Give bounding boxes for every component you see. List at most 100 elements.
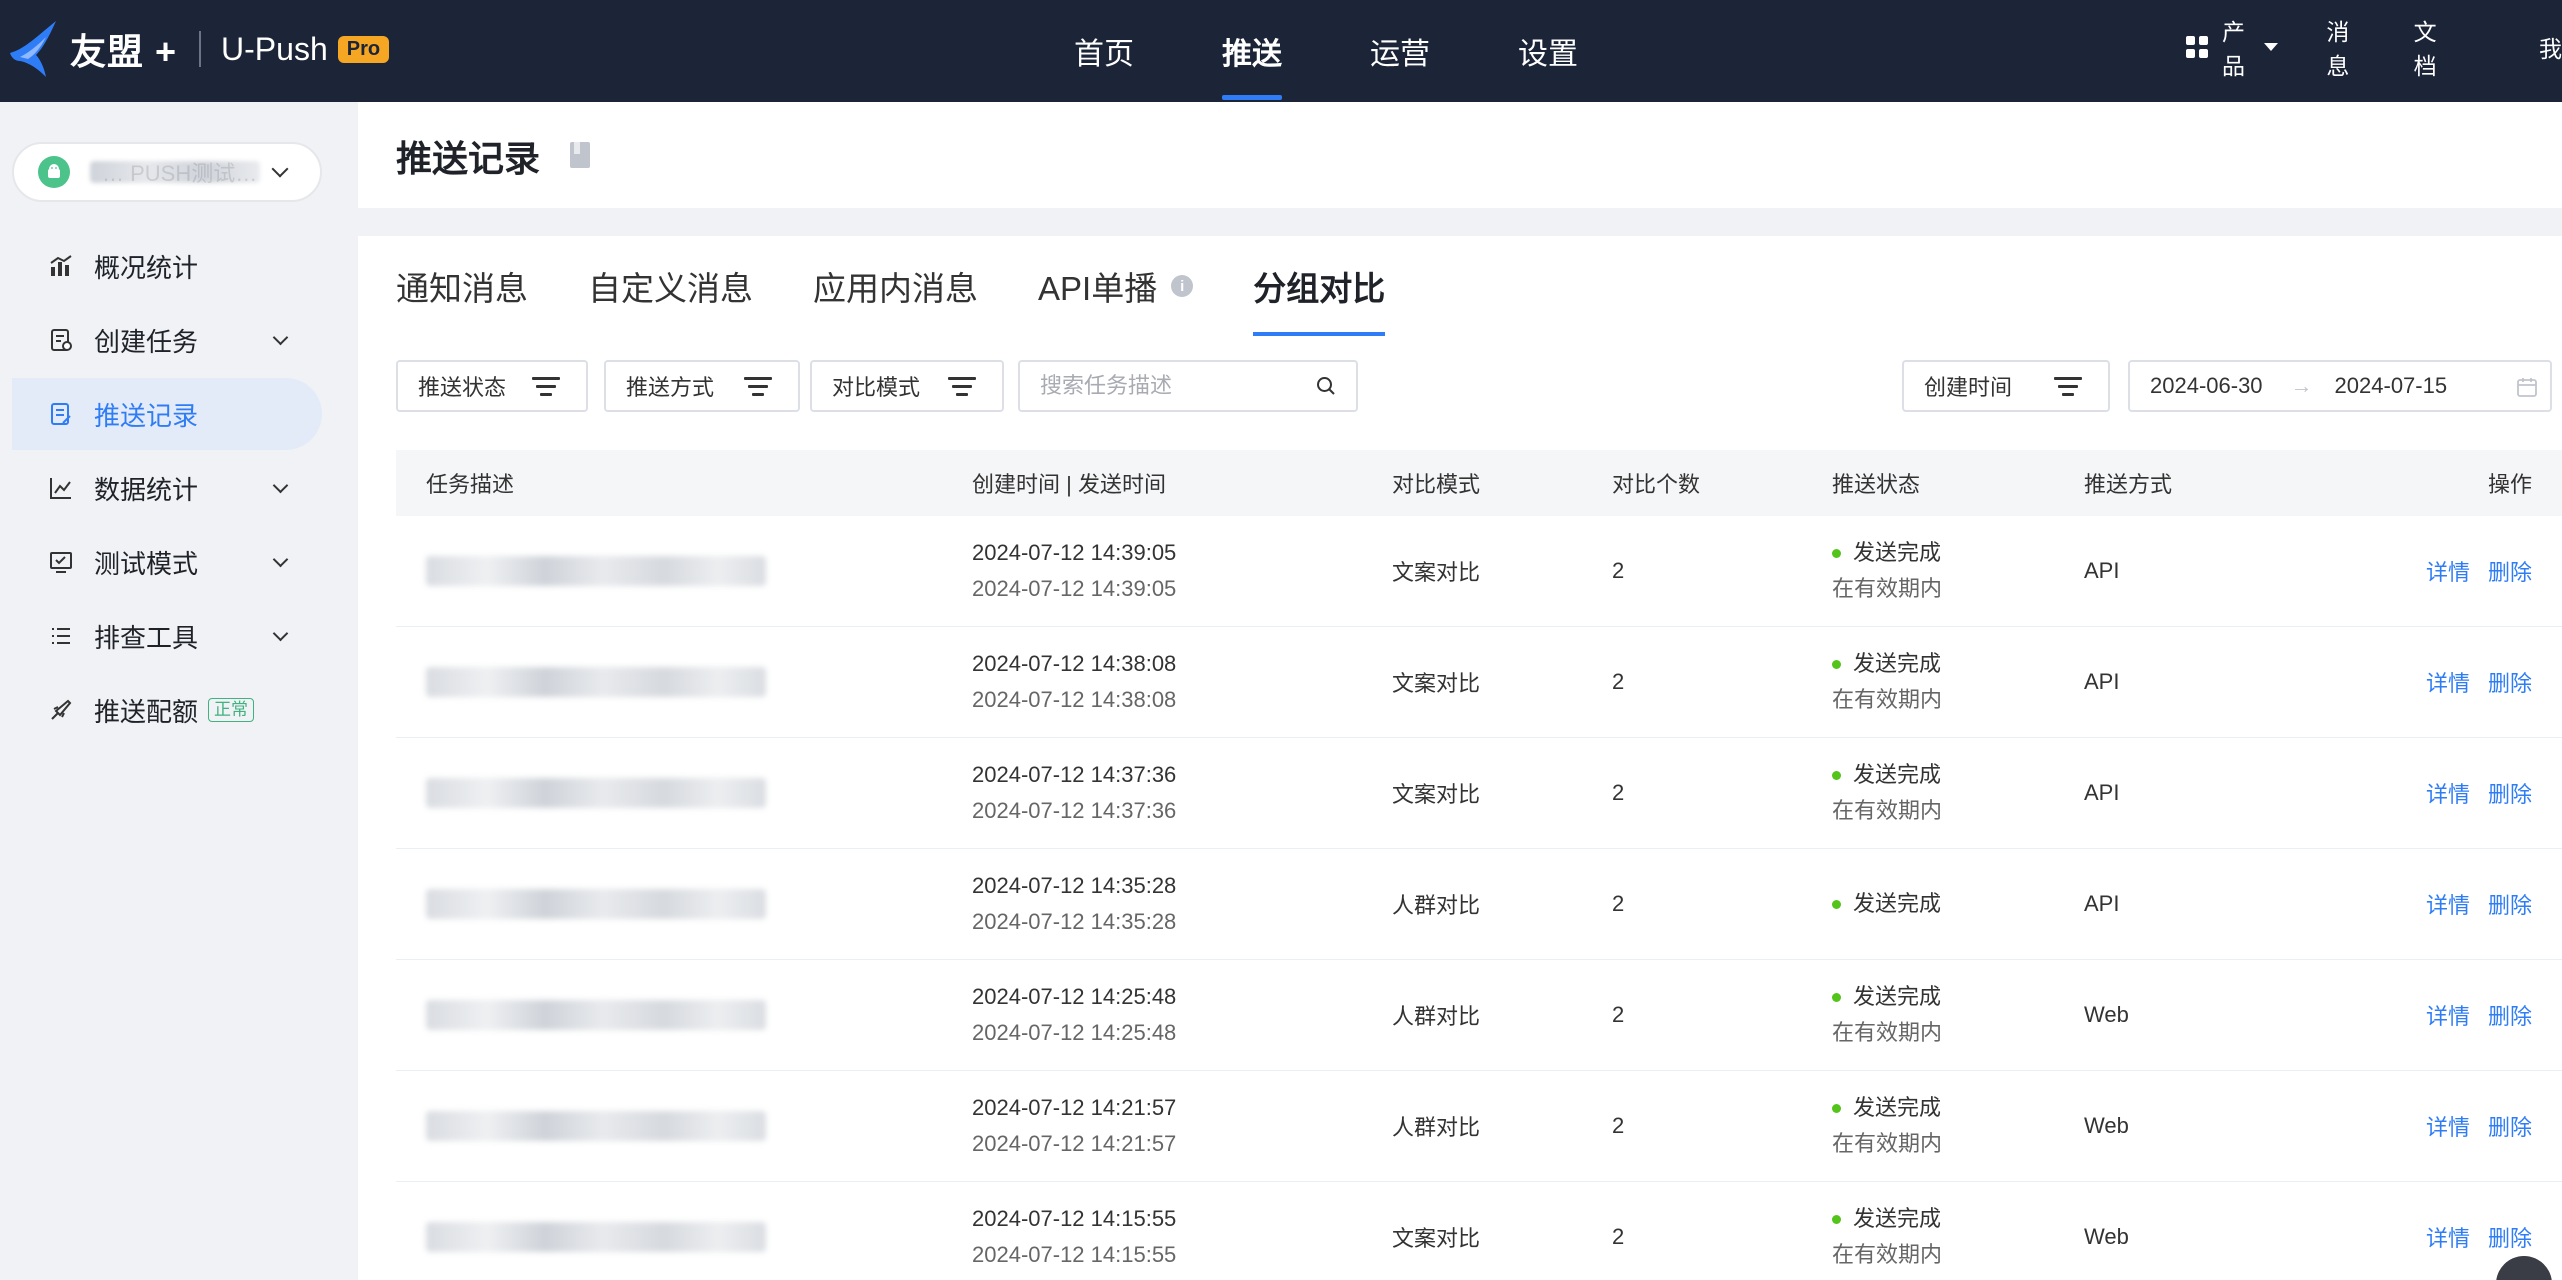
push-method-filter[interactable]: 推送方式 [604, 360, 800, 412]
push-method: Web [2084, 1113, 2129, 1138]
push-method: API [2084, 669, 2120, 694]
delete-link[interactable]: 删除 [2488, 1115, 2532, 1140]
detail-link[interactable]: 详情 [2426, 560, 2470, 585]
grid-icon [2186, 36, 2208, 58]
sent-time: 2024-07-12 14:15:55 [972, 1242, 1177, 1267]
delete-link[interactable]: 删除 [2488, 671, 2532, 696]
actions-cell: 详情 删除 [2284, 555, 2562, 587]
column-header: 任务描述 [426, 472, 515, 497]
status-dot-icon [1832, 1103, 1841, 1113]
date-end[interactable]: 2024-07-15 [2335, 373, 2448, 399]
docs-link[interactable]: 文档 [2414, 13, 2453, 81]
chevron-down-icon [272, 625, 289, 642]
date-start[interactable]: 2024-06-30 [2150, 373, 2263, 399]
search-input[interactable] [1020, 362, 1356, 410]
detail-link[interactable]: 详情 [2426, 893, 2470, 918]
filter-icon [532, 377, 560, 397]
created-time: 2024-07-12 14:35:28 [972, 873, 1177, 898]
actions-cell: 详情 删除 [2284, 666, 2562, 698]
nav-push[interactable]: 推送 [1178, 0, 1326, 102]
tab-group-compare[interactable]: 分组对比 [1253, 236, 1386, 336]
app-selector[interactable]: … PUSH测试… [12, 142, 322, 202]
nav-operations[interactable]: 运营 [1326, 0, 1474, 102]
sidebar-item-create-task[interactable]: 创建任务 [12, 304, 322, 376]
filter-icon [948, 377, 976, 397]
task-description-cell [396, 889, 972, 919]
date-range-picker[interactable]: 2024-06-30 → 2024-07-15 [2128, 360, 2552, 412]
record-icon [51, 403, 71, 425]
created-time: 2024-07-12 14:21:57 [972, 1095, 1177, 1120]
push-method: API [2084, 558, 2120, 583]
task-description-cell [396, 1000, 972, 1030]
delete-link[interactable]: 删除 [2488, 893, 2532, 918]
logo[interactable]: 友盟 + U-Push Pro [6, 14, 390, 84]
status-dot-icon [1832, 1214, 1841, 1224]
tab-in-app-message[interactable]: 应用内消息 [813, 236, 978, 336]
column-header: 对比个数 [1612, 472, 1701, 497]
app-name: … PUSH测试… [102, 161, 258, 186]
product-menu-label: 产品 [2222, 19, 2245, 79]
validity-text: 在有效期内 [1832, 1020, 1943, 1045]
detail-link[interactable]: 详情 [2426, 1115, 2470, 1140]
column-header: 推送状态 [1832, 472, 1921, 497]
delete-link[interactable]: 删除 [2488, 782, 2532, 807]
delete-link[interactable]: 删除 [2488, 1004, 2532, 1029]
column-header: 对比模式 [1392, 472, 1481, 497]
status-text: 发送完成 [1853, 1206, 1942, 1231]
time-cell: 2024-07-12 14:25:48 2024-07-12 14:25:48 [972, 979, 1392, 1051]
table-row: 2024-07-12 14:35:28 2024-07-12 14:35:28 … [396, 849, 2562, 960]
detail-link[interactable]: 详情 [2426, 671, 2470, 696]
delete-link[interactable]: 删除 [2488, 1226, 2532, 1251]
compare-mode-filter[interactable]: 对比模式 [810, 360, 1004, 412]
search-icon[interactable] [1316, 376, 1336, 396]
compare-count: 2 [1612, 1002, 1625, 1027]
detail-link[interactable]: 详情 [2426, 1226, 2470, 1251]
time-cell: 2024-07-12 14:15:55 2024-07-12 14:15:55 [972, 1201, 1392, 1273]
sidebar-item-label: 推送记录 [94, 400, 199, 431]
chevron-down-icon [272, 551, 289, 568]
table-row: 2024-07-12 14:37:36 2024-07-12 14:37:36 … [396, 738, 2562, 849]
task-description-cell [396, 556, 972, 586]
document-icon[interactable] [568, 140, 592, 170]
compare-mode: 文案对比 [1392, 560, 1481, 585]
status-cell: 发送完成 [1832, 886, 2084, 922]
filter-icon [2054, 377, 2082, 397]
tab-custom-message[interactable]: 自定义消息 [588, 236, 753, 336]
compare-count: 2 [1612, 1224, 1625, 1249]
tab-api-unicast[interactable]: API单播 i [1038, 236, 1194, 336]
compare-mode: 人群对比 [1392, 893, 1481, 918]
sidebar-item-push-records[interactable]: 推送记录 [12, 378, 322, 450]
caret-down-icon [2264, 43, 2279, 51]
messages-link[interactable]: 消息 [2326, 13, 2365, 81]
sidebar-item-push-quota[interactable]: 推送配额 正常 [12, 674, 322, 746]
product-menu[interactable]: 产品 [2186, 13, 2279, 81]
delete-link[interactable]: 删除 [2488, 560, 2532, 585]
nav-settings[interactable]: 设置 [1474, 0, 1622, 102]
push-status-filter[interactable]: 推送状态 [396, 360, 588, 412]
nav-home[interactable]: 首页 [1030, 0, 1178, 102]
tab-notification[interactable]: 通知消息 [396, 236, 528, 336]
sidebar-item-test-mode[interactable]: 测试模式 [12, 526, 322, 598]
sidebar-item-label: 数据统计 [94, 474, 199, 505]
sidebar-item-data-stats[interactable]: 数据统计 [12, 452, 322, 524]
status-dot-icon [1832, 899, 1841, 909]
created-time-filter[interactable]: 创建时间 [1902, 360, 2110, 412]
tab-label: 自定义消息 [588, 270, 753, 307]
product-name: U-Push [221, 30, 328, 67]
task-description-blurred [426, 556, 766, 586]
sidebar-item-label: 创建任务 [94, 326, 199, 357]
user-menu[interactable]: 我 [2539, 30, 2562, 64]
tab-label: API单播 [1038, 270, 1158, 307]
status-text: 发送完成 [1853, 891, 1942, 916]
info-icon[interactable]: i [1171, 275, 1194, 297]
table-header: 任务描述 创建时间 | 发送时间 对比模式 对比个数 推送状态 推送方式 操作 [396, 450, 2562, 516]
date-arrow: → [2290, 373, 2313, 398]
tab-label: 应用内消息 [813, 270, 978, 307]
push-method: API [2084, 891, 2120, 916]
created-time: 2024-07-12 14:39:05 [972, 540, 1177, 565]
detail-link[interactable]: 详情 [2426, 782, 2470, 807]
sidebar-item-troubleshoot[interactable]: 排查工具 [12, 600, 322, 672]
sidebar-item-overview[interactable]: 概况统计 [12, 230, 322, 302]
detail-link[interactable]: 详情 [2426, 1004, 2470, 1029]
umeng-bird-icon [10, 21, 56, 77]
